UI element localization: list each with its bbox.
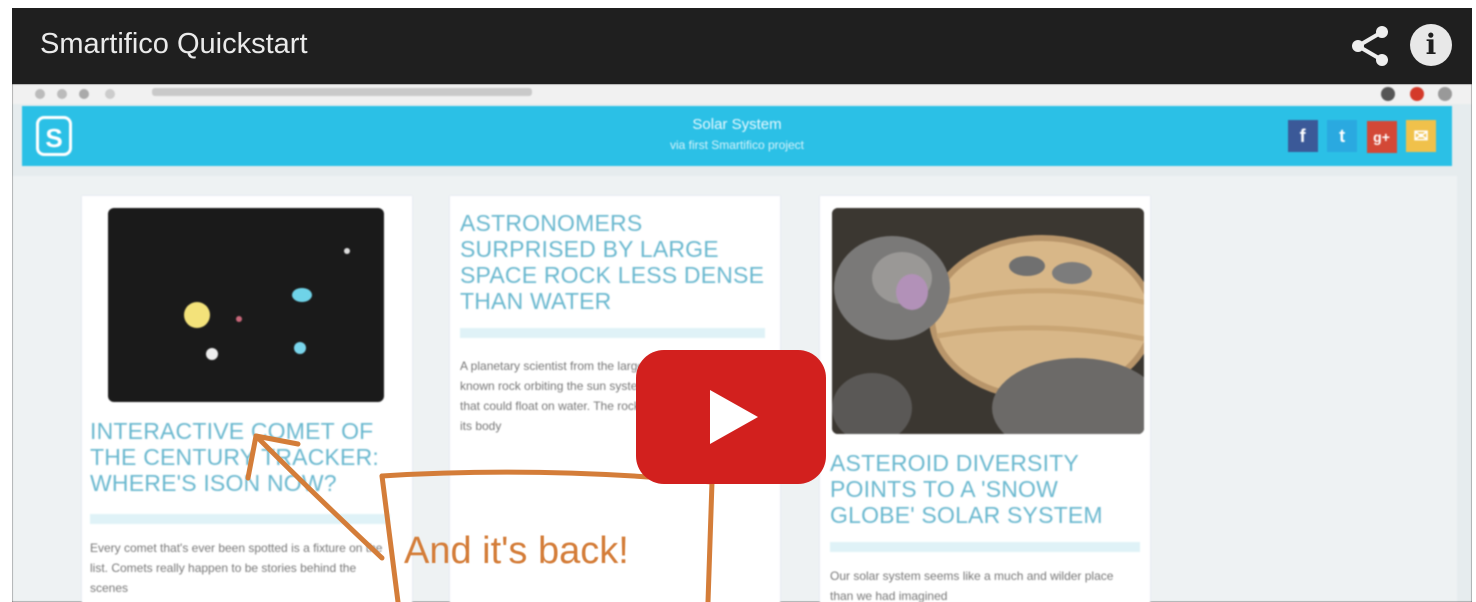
site-subtitle: via first Smartifico project <box>669 138 805 152</box>
extension-icon <box>1409 87 1424 101</box>
extension-icon <box>1381 87 1396 101</box>
page-margin <box>0 0 12 602</box>
article-title[interactable]: INTERACTIVE COMET OF THE CENTURY TRACKER… <box>90 418 405 496</box>
browser-address-bar <box>12 84 1472 104</box>
planet-icon <box>294 342 306 354</box>
article-card[interactable]: INTERACTIVE COMET OF THE CENTURY TRACKER… <box>82 196 412 602</box>
article-title[interactable]: ASTEROID DIVERSITY POINTS TO A 'SNOW GLO… <box>830 450 1140 528</box>
planet-icon <box>206 348 218 360</box>
video-player[interactable]: S Solar System via first Smartifico proj… <box>12 8 1472 602</box>
info-icon[interactable]: i <box>1410 24 1452 66</box>
asteroid-thumbnail <box>832 208 1144 434</box>
divider <box>460 328 765 338</box>
asteroid-illustration <box>832 208 1144 434</box>
sun-icon <box>184 302 210 328</box>
callout-text: And it's back! <box>404 530 629 572</box>
browser-nav-icons <box>35 89 115 99</box>
article-title[interactable]: ASTRONOMERS SURPRISED BY LARGE SPACE ROC… <box>460 210 770 314</box>
browser-extensions <box>1371 87 1452 106</box>
video-title-bar: Smartifico Quickstart i <box>12 8 1472 84</box>
facebook-icon[interactable]: f <box>1287 120 1318 152</box>
googleplus-icon[interactable]: g+ <box>1366 121 1397 153</box>
url-text <box>152 88 532 96</box>
email-icon[interactable]: ✉ <box>1406 120 1436 152</box>
extension-icon <box>1438 87 1452 101</box>
planet-icon <box>236 316 242 322</box>
article-excerpt: Every comet that's ever been spotted is … <box>90 541 383 595</box>
play-icon <box>710 390 758 444</box>
social-buttons: f t g+ ✉ <box>1283 120 1436 153</box>
planet-icon <box>344 248 350 254</box>
video-title[interactable]: Smartifico Quickstart <box>40 28 308 61</box>
play-button[interactable] <box>636 350 826 484</box>
twitter-icon[interactable]: t <box>1327 120 1358 152</box>
article-excerpt: Our solar system seems like a much and w… <box>830 569 1114 602</box>
divider <box>830 542 1140 552</box>
planet-icon <box>292 288 312 302</box>
solar-system-thumbnail <box>108 208 384 402</box>
video-frame: S Solar System via first Smartifico proj… <box>12 84 1472 602</box>
share-icon[interactable] <box>1346 22 1394 70</box>
site-title: Solar System <box>692 116 782 133</box>
article-card[interactable]: ASTEROID DIVERSITY POINTS TO A 'SNOW GLO… <box>820 196 1150 602</box>
divider <box>90 514 390 524</box>
site-header: S Solar System via first Smartifico proj… <box>22 106 1452 166</box>
